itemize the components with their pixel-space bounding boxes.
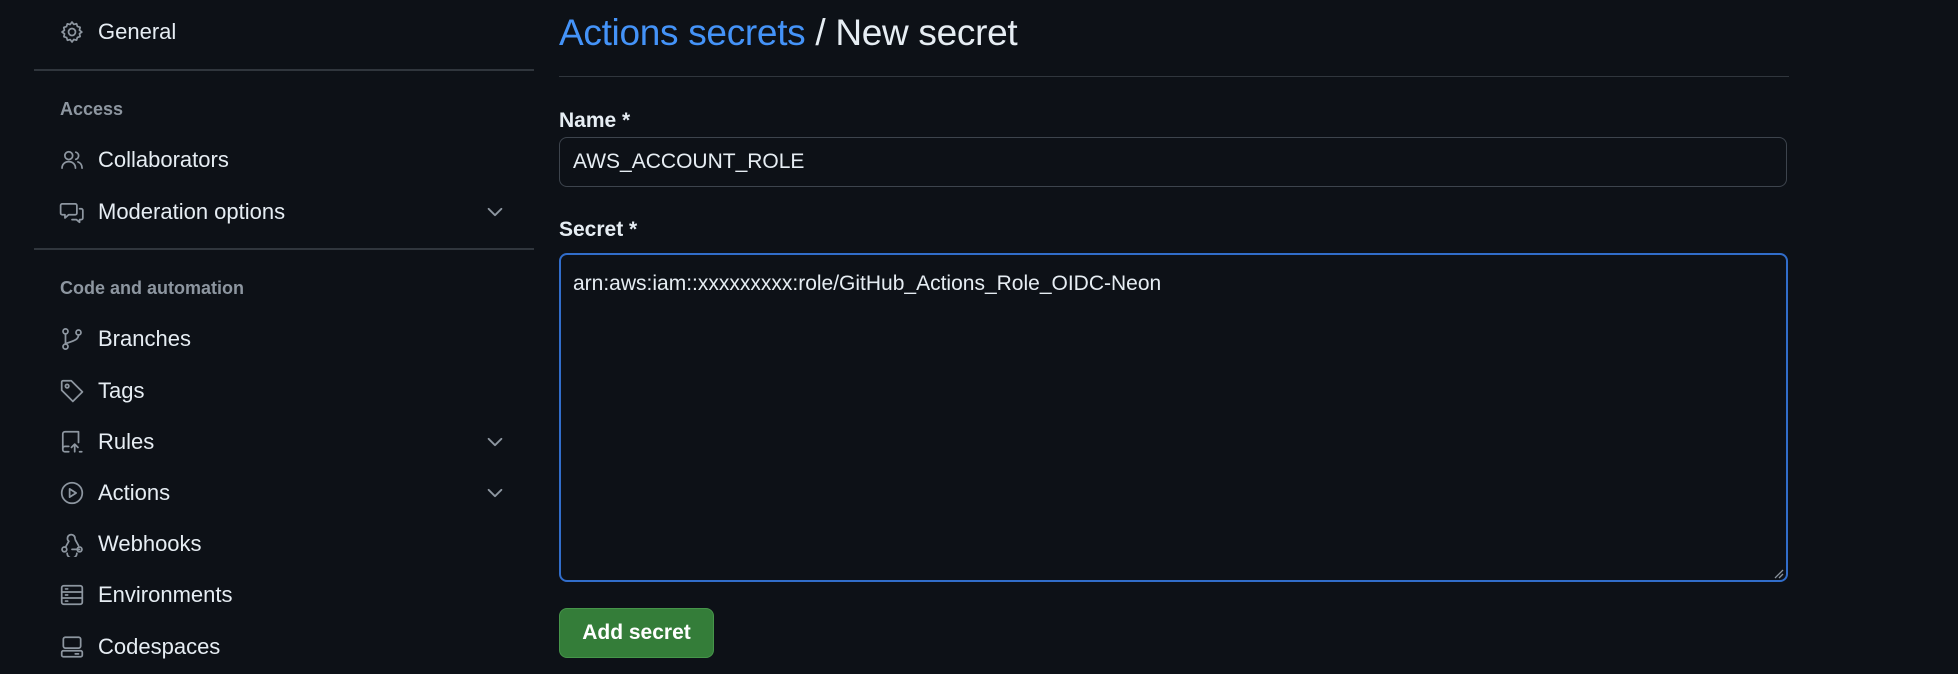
sidebar-divider <box>34 69 534 71</box>
sidebar-section-heading-access: Access <box>60 99 124 119</box>
name-field[interactable] <box>559 137 1787 187</box>
sidebar-item-label: Branches <box>98 326 191 351</box>
sidebar-item-rules[interactable]: Rules <box>34 419 534 465</box>
secret-field-label: Secret * <box>559 218 638 241</box>
play-icon <box>59 480 85 506</box>
breadcrumb-current: New secret <box>835 12 1018 53</box>
resize-handle-icon[interactable] <box>1772 566 1784 579</box>
add-secret-button[interactable]: Add secret <box>559 608 714 658</box>
sidebar-item-tags[interactable]: Tags <box>34 368 534 414</box>
chevron-down-icon[interactable] <box>484 431 506 453</box>
server-icon <box>59 582 85 608</box>
git-branch-icon <box>59 326 85 352</box>
comment-discussion-icon <box>59 199 85 225</box>
name-field-label: Name * <box>559 109 631 132</box>
sidebar-item-label: Actions <box>98 480 171 505</box>
sidebar-item-label: Tags <box>98 378 145 403</box>
sidebar-item-collaborators[interactable]: Collaborators <box>34 137 534 183</box>
chevron-down-icon[interactable] <box>484 201 506 223</box>
sidebar-item-moderation-options[interactable]: Moderation options <box>34 189 534 235</box>
repo-push-icon <box>59 429 85 455</box>
sidebar-divider <box>34 248 534 250</box>
sidebar-item-codespaces[interactable]: Codespaces <box>34 624 534 670</box>
page-title: Actions secrets / New secret <box>559 12 1018 54</box>
sidebar-item-label: Collaborators <box>98 147 229 172</box>
sidebar-item-label: Rules <box>98 429 155 454</box>
sidebar-item-label: Webhooks <box>98 531 202 556</box>
sidebar-item-actions[interactable]: Actions <box>34 470 534 516</box>
chevron-down-icon[interactable] <box>484 482 506 504</box>
sidebar-item-environments[interactable]: Environments <box>34 572 534 618</box>
sidebar-item-label: Environments <box>98 582 233 607</box>
sidebar-item-label: Codespaces <box>98 634 221 659</box>
sidebar-item-label: General <box>98 19 177 44</box>
breadcrumb-link-actions-secrets[interactable]: Actions secrets <box>559 12 806 53</box>
sidebar-item-general[interactable]: General <box>34 9 534 55</box>
sidebar-item-webhooks[interactable]: Webhooks <box>34 521 534 567</box>
people-icon <box>59 147 85 173</box>
breadcrumb-separator: / <box>815 12 826 53</box>
sidebar-section-heading-code-and-automation: Code and automation <box>60 278 244 298</box>
tag-icon <box>59 378 85 404</box>
gear-icon <box>59 19 85 45</box>
sidebar-item-branches[interactable]: Branches <box>34 316 534 362</box>
secret-field[interactable]: arn:aws:iam::xxxxxxxxx:role/GitHub_Actio… <box>559 253 1788 582</box>
sidebar-item-label: Moderation options <box>98 199 286 224</box>
webhook-icon <box>59 531 85 557</box>
title-divider <box>559 76 1789 77</box>
codespaces-icon <box>59 634 85 660</box>
